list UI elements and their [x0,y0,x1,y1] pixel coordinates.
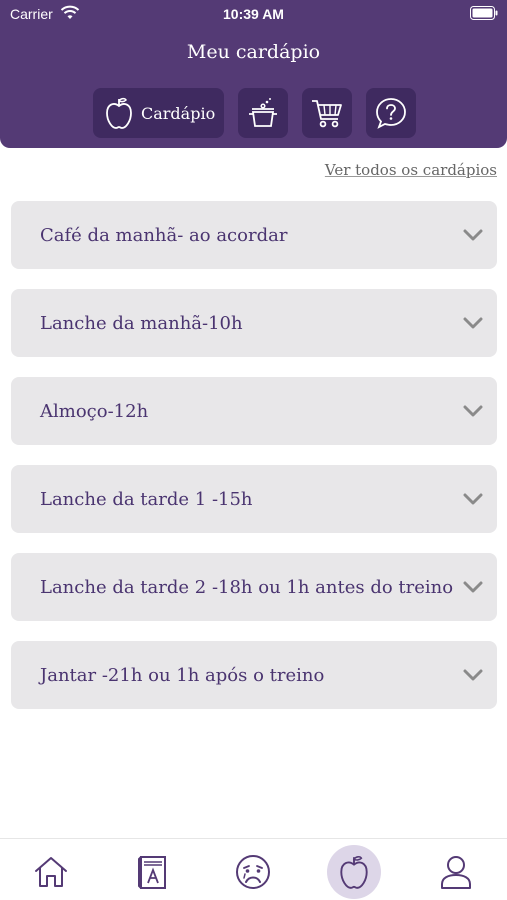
home-icon [35,857,67,887]
shopping-cart-tool-button[interactable] [302,88,352,138]
help-tool-button[interactable] [366,88,416,138]
meal-label: Café da manhã- ao acordar [40,225,288,246]
chevron-down-icon [463,317,483,329]
header: Carrier 10:39 AM Meu cardápio Cardápio [0,0,507,148]
apple-icon [106,97,132,129]
meal-label: Lanche da manhã-10h [40,313,243,334]
battery-icon [470,6,498,20]
tab-home[interactable] [24,845,78,899]
meal-label: Jantar -21h ou 1h após o treino [40,665,325,686]
sad-face-icon [236,855,270,889]
meal-item-lunch[interactable]: Almoço-12h [11,377,497,445]
chevron-down-icon [463,669,483,681]
meal-item-afternoon-snack-1[interactable]: Lanche da tarde 1 -15h [11,465,497,533]
status-bar: Carrier 10:39 AM [0,0,507,28]
meal-item-afternoon-snack-2[interactable]: Lanche da tarde 2 -18h ou 1h antes do tr… [11,553,497,621]
user-icon [441,856,471,889]
menu-tool-button[interactable]: Cardápio [93,88,224,138]
menu-tool-label: Cardápio [141,103,216,123]
clock: 10:39 AM [223,6,284,22]
cooking-tool-button[interactable] [238,88,288,138]
chevron-down-icon [463,405,483,417]
meal-label: Lanche da tarde 1 -15h [40,489,253,510]
page-title: Meu cardápio [186,41,321,63]
meal-label: Lanche da tarde 2 -18h ou 1h antes do tr… [40,577,454,598]
tab-menu[interactable] [327,845,381,899]
tab-book[interactable] [125,845,179,899]
meal-item-dinner[interactable]: Jantar -21h ou 1h após o treino [11,641,497,709]
tab-profile[interactable] [429,845,483,899]
apple-icon [340,855,368,889]
help-question-icon [376,98,406,129]
meal-label: Almoço-12h [40,401,149,422]
meal-item-morning-snack[interactable]: Lanche da manhã-10h [11,289,497,357]
tab-bar [0,838,507,900]
meal-item-breakfast[interactable]: Café da manhã- ao acordar [11,201,497,269]
chevron-down-icon [463,229,483,241]
chevron-down-icon [463,581,483,593]
tab-mood[interactable] [226,845,280,899]
shopping-cart-icon [312,100,342,128]
cooking-pot-icon [249,98,277,127]
chevron-down-icon [463,493,483,505]
book-icon [138,856,166,889]
see-all-menus-link[interactable]: Ver todos os cardápios [325,161,497,179]
